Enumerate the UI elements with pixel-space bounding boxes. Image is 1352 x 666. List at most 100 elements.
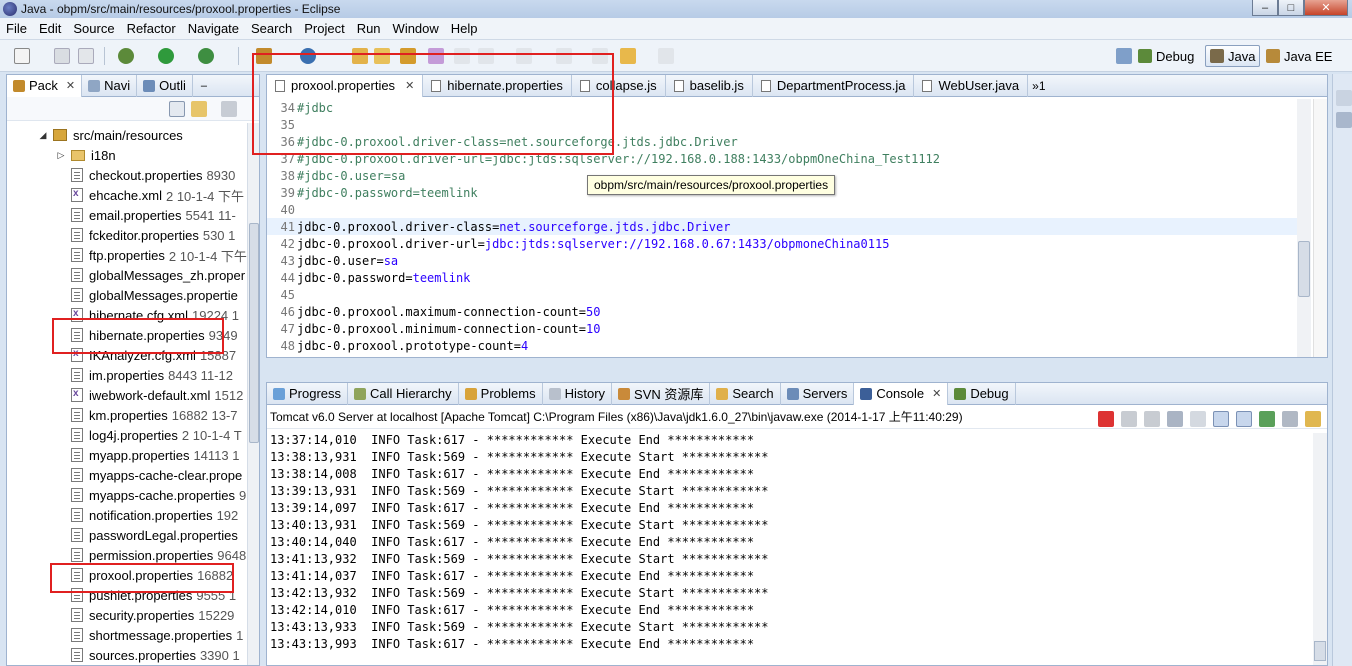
console-tab[interactable]: Call Hierarchy [348,382,459,405]
console-tab[interactable]: Progress [267,382,349,405]
tree-file-item[interactable]: permission.properties 9648 [71,545,246,565]
tree-file-item[interactable]: globalMessages.propertie [71,285,242,305]
console-tab[interactable]: Servers [781,382,855,405]
remove-launch-icon[interactable] [1121,411,1137,427]
tree-file-item[interactable]: km.properties 16882 13-7 [71,405,238,425]
expanded-twisty-icon[interactable]: ◢ [37,130,49,141]
minimize-view-icon[interactable]: – [201,80,207,92]
tree-file-item[interactable]: passwordLegal.properties [71,525,242,545]
maximize-button[interactable]: □ [1278,0,1304,16]
close-window-button[interactable]: ✕ [1304,0,1348,16]
view-tab-icon [548,387,561,400]
tree-file-item[interactable]: checkout.properties 8930 [71,165,235,185]
tree-file-item[interactable]: notification.properties 192 [71,505,238,525]
tree-file-item[interactable]: log4j.properties 2 10-1-4 T [71,425,242,445]
save-icon[interactable] [54,48,70,64]
tree-file-meta: 15229 [198,607,235,623]
menu-source[interactable]: Source [67,21,120,36]
external-tools-icon[interactable] [198,48,214,64]
code-line: 44 jdbc-0.password= teemlink [267,269,1297,286]
console-tab-label: Console [876,386,925,401]
tree-file-name: ehcache.xml [89,187,162,203]
console-tab[interactable]: SVN 资源库 [612,382,711,405]
tree-file-item[interactable]: myapp.properties 14113 1 [71,445,239,465]
scroll-lock-icon[interactable] [1190,411,1206,427]
display-console-icon[interactable] [1282,411,1298,427]
clear-console-icon[interactable] [1167,411,1183,427]
tab-navigator[interactable]: Navi [82,74,138,97]
editor-tab[interactable]: WebUser.java [914,74,1029,97]
left-scrollbar[interactable] [247,123,259,665]
properties-file-icon [71,548,83,562]
back-arrow-icon[interactable] [620,48,636,64]
show-on-output-icon[interactable] [1213,411,1229,427]
collapse-all-icon[interactable] [169,101,185,117]
console-tab[interactable]: Problems [459,382,543,405]
tab-overflow-indicator[interactable]: »1 [1028,79,1049,93]
console-tab[interactable]: History [543,382,613,405]
remove-all-icon[interactable] [1144,411,1160,427]
editor-tab[interactable]: baselib.js [666,74,753,97]
perspective-java[interactable]: Java [1205,45,1261,67]
tree-file-item[interactable]: email.properties 5541 11- [71,205,236,225]
tree-file-item[interactable]: im.properties 8443 11-12 [71,365,233,385]
menu-project[interactable]: Project [298,21,350,36]
menu-run[interactable]: Run [351,21,387,36]
close-tab-icon[interactable]: ✕ [932,387,941,400]
tree-file-item[interactable]: iwebwork-default.xml1512 [71,385,243,405]
editor-tab[interactable]: DepartmentProcess.ja [753,74,915,97]
forward-arrow-icon[interactable] [658,48,674,64]
minimize-button[interactable]: – [1252,0,1278,16]
tree-file-item[interactable]: globalMessages_zh.proper [71,265,249,285]
console-scrollbar[interactable] [1313,433,1327,665]
perspective-debug[interactable]: Debug [1134,45,1198,67]
debug-icon[interactable] [118,48,134,64]
tree-file-item[interactable]: ftp.properties 2 10-1-4 下午 [71,245,247,265]
menu-help[interactable]: Help [445,21,484,36]
menu-edit[interactable]: Edit [33,21,67,36]
tree-folder-resources[interactable]: ◢ src/main/resources [37,125,183,145]
console-tab[interactable]: Console ✕ [854,382,949,405]
tree-file-item[interactable]: security.properties 15229 [71,605,234,625]
tree-file-name: checkout.properties [89,167,203,183]
view-menu-icon[interactable] [221,101,237,117]
perspective-java-ee[interactable]: Java EE [1262,45,1336,67]
menu-refactor[interactable]: Refactor [121,21,182,36]
print-icon[interactable] [78,48,94,64]
tree-file-item[interactable]: myapps-cache.properties 9 [71,485,246,505]
console-output[interactable]: 13:37:14,010 INFO Task:617 - ***********… [267,433,1311,665]
menu-navigate[interactable]: Navigate [182,21,245,36]
pin-console-icon[interactable] [1259,411,1275,427]
restore-view-icon[interactable] [1336,90,1352,106]
menu-search[interactable]: Search [245,21,298,36]
collapsed-twisty-icon[interactable]: ▷ [55,150,67,161]
tree-file-item[interactable]: fckeditor.properties 530 1 [71,225,235,245]
tree-file-item[interactable]: shortmessage.properties 1 [71,625,243,645]
editor-tab-label: WebUser.java [938,78,1020,93]
tree-file-item[interactable]: sources.properties 3390 1 [71,645,240,663]
show-on-error-icon[interactable] [1236,411,1252,427]
annotation-box-hibernate [52,318,224,354]
console-tab[interactable]: Debug [948,382,1016,405]
tree-file-item[interactable]: myapps-cache-clear.prope [71,465,246,485]
tree-file-item[interactable]: ehcache.xml2 10-1-4 下午 [71,185,244,205]
console-tab[interactable]: Search [710,382,781,405]
run-icon[interactable] [158,48,174,64]
open-console-icon[interactable] [1305,411,1321,427]
close-tab-icon[interactable]: ✕ [66,79,75,92]
link-with-editor-icon[interactable] [191,101,207,117]
menu-window[interactable]: Window [387,21,445,36]
code-line: 41 jdbc-0.proxool.driver-class= net.source… [267,218,1297,235]
tab-outline[interactable]: Outli [137,74,193,97]
task-list-icon[interactable] [1336,112,1352,128]
open-perspective-icon[interactable] [1116,48,1132,64]
right-trim-strip [1332,74,1352,666]
editor-scrollbar[interactable] [1297,99,1311,357]
terminate-icon[interactable] [1098,411,1114,427]
tab-package-explorer[interactable]: Pack ✕ [7,74,83,97]
console-line: 13:43:13,993 INFO Task:617 - ***********… [270,637,755,651]
tree-folder-i18n[interactable]: ▷ i18n [55,145,116,165]
menu-file[interactable]: File [0,21,33,36]
new-icon[interactable] [14,48,30,64]
line-number: 47 [280,321,295,336]
